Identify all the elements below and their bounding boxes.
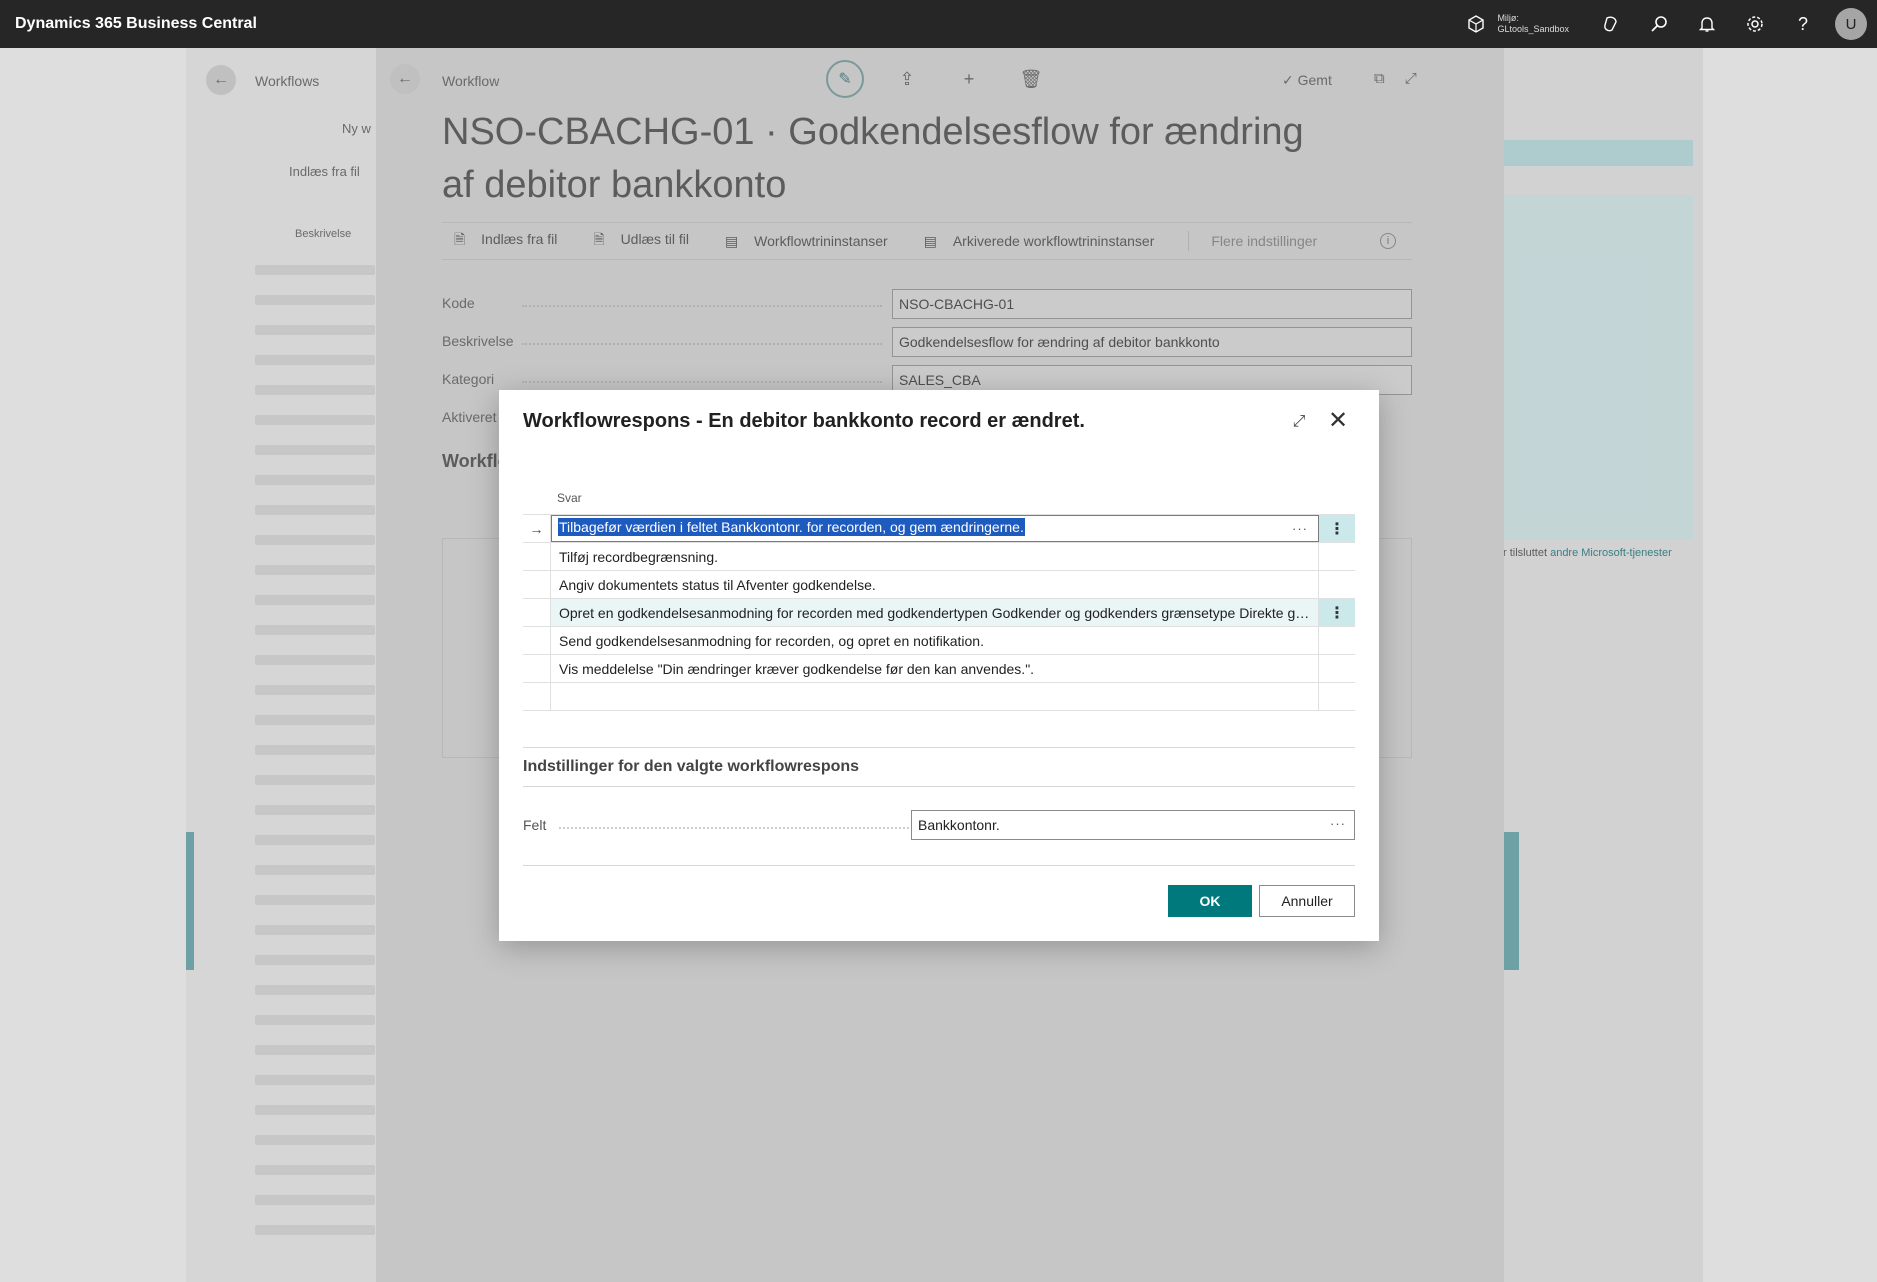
environment-name: GLtools_Sandbox: [1497, 24, 1569, 34]
response-cell[interactable]: [551, 683, 1319, 710]
table-row[interactable]: Send godkendelsesanmodning for recorden,…: [523, 627, 1355, 655]
row-menu-icon[interactable]: ⋮: [1319, 599, 1355, 626]
row-menu[interactable]: [1319, 655, 1355, 682]
top-bar: Dynamics 365 Business Central Miljø: GLt…: [0, 0, 1877, 48]
close-icon[interactable]: ✕: [1325, 408, 1351, 434]
table-row[interactable]: Angiv dokumentets status til Afventer go…: [523, 571, 1355, 599]
dialog-title: Workflowrespons - En debitor bankkonto r…: [523, 410, 1085, 432]
lookup-icon[interactable]: ···: [1292, 521, 1308, 536]
lookup-icon[interactable]: ···: [1330, 816, 1346, 831]
field-input[interactable]: Bankkontonr. ···: [911, 810, 1355, 840]
row-indicator: [523, 599, 551, 626]
top-bar-actions: Miljø: GLtools_Sandbox ? U: [1465, 0, 1877, 48]
response-cell[interactable]: Angiv dokumentets status til Afventer go…: [551, 571, 1319, 598]
table-row[interactable]: → Tilbagefør værdien i feltet Bankkonton…: [523, 515, 1355, 543]
row-indicator: [523, 571, 551, 598]
settings-section-title: Indstillinger for den valgte workflowres…: [523, 758, 860, 775]
row-menu-icon[interactable]: ⋮: [1319, 515, 1355, 542]
field-value: Bankkontonr.: [918, 817, 1000, 833]
divider: [523, 747, 1355, 748]
divider: [523, 786, 1355, 787]
table-row[interactable]: Tilføj recordbegrænsning.: [523, 543, 1355, 571]
environment-label: Miljø:: [1497, 13, 1519, 23]
ok-button[interactable]: OK: [1168, 885, 1252, 917]
row-indicator: [523, 683, 551, 710]
row-indicator: [523, 655, 551, 682]
help-icon[interactable]: ?: [1779, 0, 1827, 48]
response-cell[interactable]: Send godkendelsesanmodning for recorden,…: [551, 627, 1319, 654]
row-menu[interactable]: [1319, 683, 1355, 710]
responses-grid: → Tilbagefør værdien i feltet Bankkonton…: [523, 514, 1355, 711]
expand-icon[interactable]: ⤢: [1287, 410, 1311, 434]
divider: [523, 865, 1355, 866]
bell-icon[interactable]: [1683, 0, 1731, 48]
copilot-icon[interactable]: [1587, 0, 1635, 48]
search-icon[interactable]: [1635, 0, 1683, 48]
table-row[interactable]: Vis meddelelse "Din ændringer kræver god…: [523, 655, 1355, 683]
response-cell[interactable]: Tilbagefør værdien i feltet Bankkontonr.…: [551, 515, 1319, 542]
app-name[interactable]: Dynamics 365 Business Central: [15, 15, 257, 33]
cancel-button[interactable]: Annuller: [1259, 885, 1355, 917]
field-row: Felt Bankkontonr. ···: [523, 810, 1355, 840]
response-cell[interactable]: Vis meddelelse "Din ændringer kræver god…: [551, 655, 1319, 682]
response-cell[interactable]: Opret en godkendelsesanmodning for recor…: [551, 599, 1319, 626]
field-label: Felt: [523, 817, 547, 833]
row-menu[interactable]: [1319, 543, 1355, 570]
row-indicator: [523, 627, 551, 654]
avatar[interactable]: U: [1835, 8, 1867, 40]
table-row[interactable]: [523, 683, 1355, 711]
row-indicator: [523, 543, 551, 570]
environment-indicator[interactable]: Miljø: GLtools_Sandbox: [1465, 13, 1569, 35]
response-cell[interactable]: Tilføj recordbegrænsning.: [551, 543, 1319, 570]
selected-text: Tilbagefør værdien i feltet Bankkontonr.…: [558, 518, 1025, 536]
workflow-response-dialog: Workflowrespons - En debitor bankkonto r…: [499, 390, 1379, 941]
row-arrow-icon: →: [523, 515, 551, 542]
table-row[interactable]: Opret en godkendelsesanmodning for recor…: [523, 599, 1355, 627]
environment-icon: [1468, 15, 1485, 33]
row-menu[interactable]: [1319, 627, 1355, 654]
row-menu[interactable]: [1319, 571, 1355, 598]
field-dots: [559, 827, 909, 829]
gear-icon[interactable]: [1731, 0, 1779, 48]
column-header-response: Svar: [557, 491, 582, 505]
